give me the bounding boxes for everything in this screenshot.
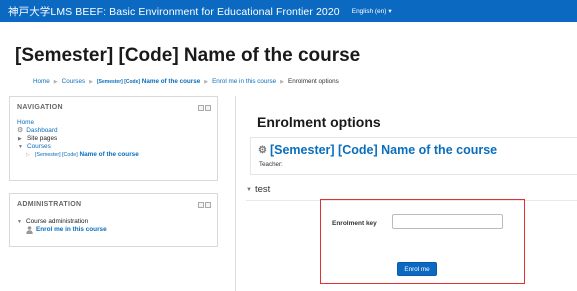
teacher-label: Teacher:	[259, 161, 283, 168]
breadcrumb: Home ▶ Courses ▶ [Semester] [Code] Name …	[33, 78, 339, 85]
nav-site-pages[interactable]: Site pages	[27, 135, 57, 143]
breadcrumb-current: Enrolment options	[288, 78, 339, 85]
admin-course-administration[interactable]: Course administration	[26, 218, 88, 226]
breadcrumb-course-code: [Semester] [Code]	[96, 79, 141, 85]
block-controls	[198, 105, 211, 111]
block-controls	[198, 202, 211, 208]
page-title: [Semester] [Code] Name of the course	[15, 45, 361, 66]
breadcrumb-separator-icon: ▶	[280, 78, 284, 85]
expand-right-icon[interactable]: ▷	[26, 151, 32, 159]
navigation-block-title: NAVIGATION	[17, 104, 63, 111]
nav-course-code: [Semester] [Code]	[35, 152, 78, 158]
section-title: test	[255, 184, 271, 195]
nav-course-name: Name of the course	[79, 151, 139, 158]
navigation-block: NAVIGATION Home ⚙ Dashboard ▶ Site pages…	[9, 96, 218, 181]
administration-block-title: ADMINISTRATION	[17, 201, 82, 208]
administration-block: ADMINISTRATION ▼ Course administration E…	[9, 193, 218, 247]
nav-course-link[interactable]: [Semester] [Code] Name of the course	[35, 151, 139, 159]
user-icon	[26, 226, 33, 234]
navigation-tree: Home ⚙ Dashboard ▶ Site pages ▼ Courses …	[17, 119, 139, 159]
breadcrumb-separator-icon: ▶	[53, 78, 58, 85]
site-title-link[interactable]: 神戸大学LMS BEEF: Basic Environment for Educ…	[8, 4, 340, 19]
language-menu[interactable]: English (en) ▾	[351, 7, 392, 16]
expand-down-icon: ▼	[246, 186, 252, 193]
expand-right-icon[interactable]: ▶	[18, 135, 24, 143]
nav-dashboard-link[interactable]: Dashboard	[26, 127, 57, 135]
nav-home-link[interactable]: Home	[17, 119, 34, 127]
administration-tree: ▼ Course administration Enrol me in this…	[17, 218, 107, 234]
collapse-icon[interactable]	[205, 202, 211, 208]
nav-courses-link[interactable]: Courses	[27, 143, 51, 151]
breadcrumb-separator-icon: ▶	[204, 78, 209, 85]
breadcrumb-courses[interactable]: Courses	[62, 78, 85, 85]
dock-icon[interactable]	[198, 202, 204, 208]
breadcrumb-course-name: Name of the course	[141, 78, 201, 85]
course-name-text: [Semester] [Code] Name of the course	[269, 143, 498, 157]
collapse-icon[interactable]	[205, 105, 211, 111]
expand-down-icon[interactable]: ▼	[18, 143, 24, 151]
enrol-me-link[interactable]: Enrol me in this course	[36, 226, 107, 234]
dock-icon[interactable]	[198, 105, 204, 111]
language-label: English (en)	[351, 7, 387, 15]
gear-icon: ⚙	[258, 144, 267, 156]
enrolment-method-section[interactable]: ▼ test	[246, 184, 270, 195]
gear-icon: ⚙	[17, 127, 24, 134]
enrolment-key-label: Enrolment key	[332, 220, 377, 227]
enrolment-options-heading: Enrolment options	[257, 114, 381, 130]
breadcrumb-separator-icon: ▶	[89, 78, 93, 85]
enrol-me-button[interactable]: Enrol me	[397, 262, 437, 276]
breadcrumb-course[interactable]: [Semester] [Code] Name of the course	[97, 78, 200, 85]
enrolment-key-input[interactable]	[392, 214, 503, 229]
course-name-link[interactable]: ⚙ [Semester] [Code] Name of the course	[258, 143, 497, 157]
breadcrumb-enrol[interactable]: Enrol me in this course	[212, 78, 276, 85]
breadcrumb-home[interactable]: Home	[33, 78, 50, 85]
top-navbar: 神戸大学LMS BEEF: Basic Environment for Educ…	[0, 0, 577, 22]
chevron-down-icon: ▾	[388, 8, 392, 15]
expand-down-icon[interactable]: ▼	[17, 218, 23, 226]
